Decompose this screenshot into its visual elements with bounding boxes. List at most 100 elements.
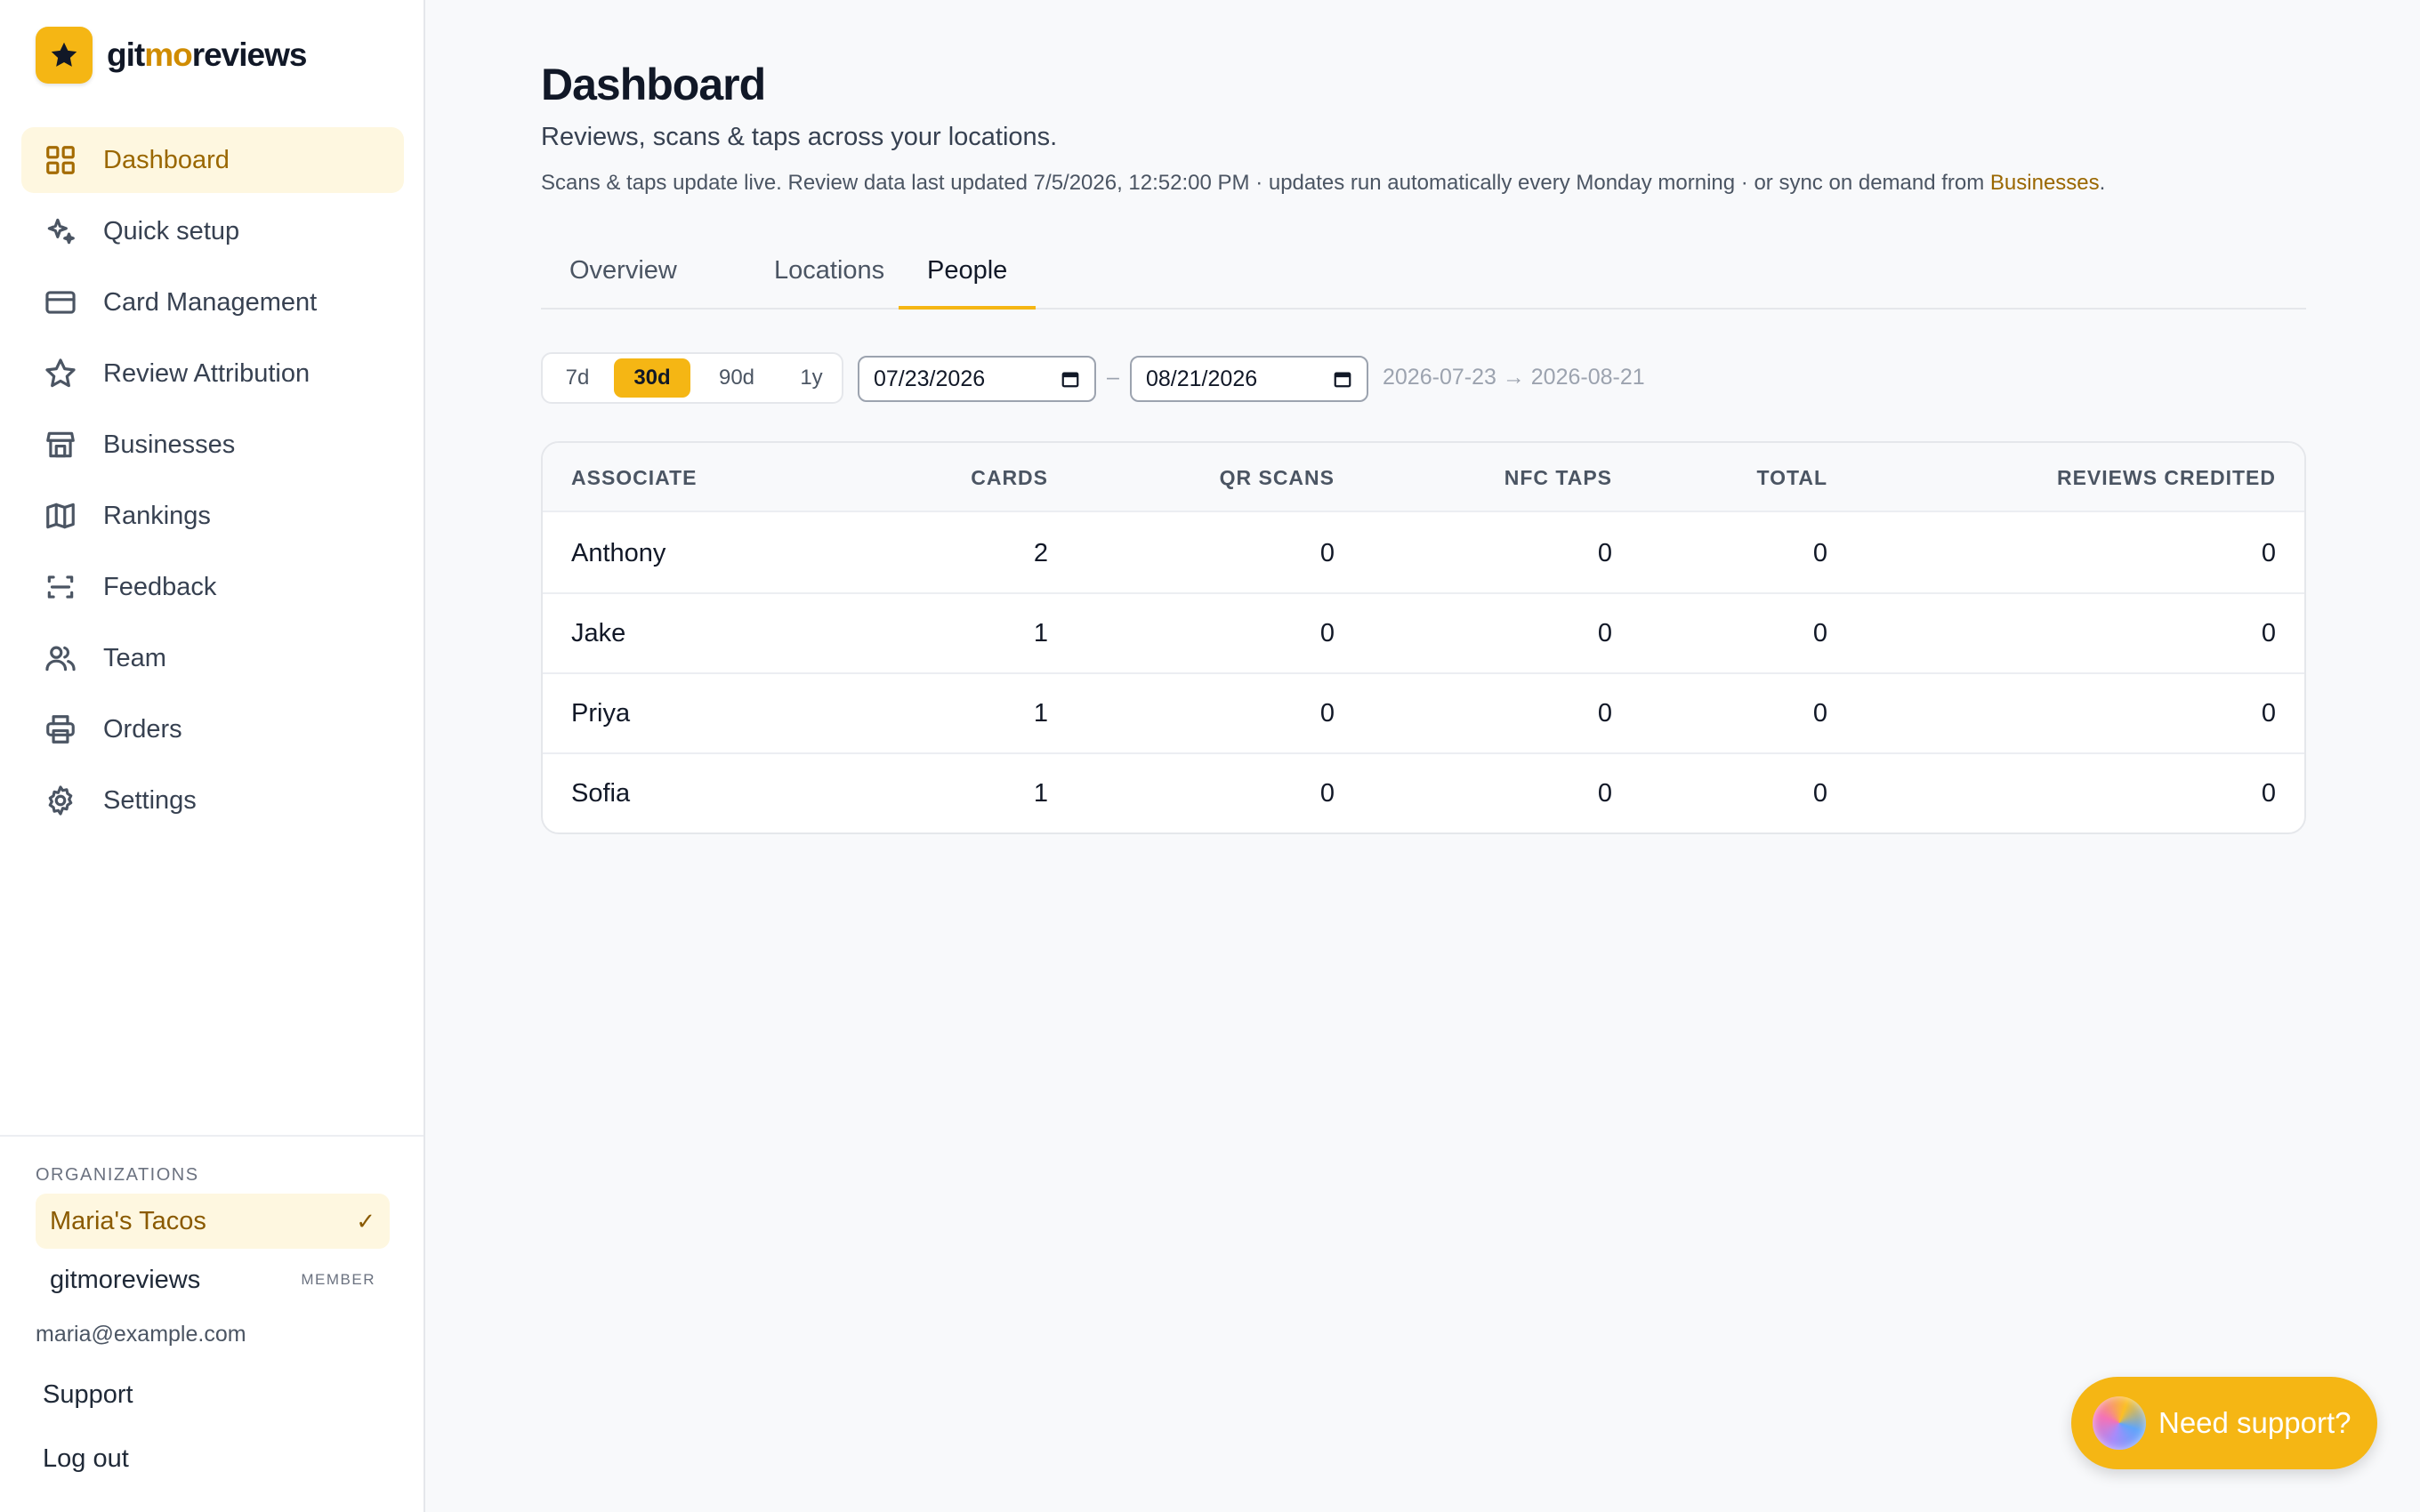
sparkle-icon <box>43 213 78 249</box>
page-subtitle: Reviews, scans & taps across your locati… <box>541 123 1058 151</box>
sidebar-item-label: Team <box>103 643 166 672</box>
sidebar-item-team[interactable]: Team <box>21 625 404 691</box>
org-name: Maria's Tacos <box>50 1206 206 1235</box>
need-support-button[interactable]: Need support? <box>2071 1377 2377 1469</box>
support-button-label: Need support? <box>2158 1406 2351 1439</box>
column-header-associate[interactable]: ASSOCIATE <box>571 466 697 490</box>
user-email: maria@example.com <box>36 1322 246 1347</box>
sidebar-item-businesses[interactable]: Businesses <box>21 412 404 478</box>
cell-reviews-credited: 0 <box>2261 539 2276 567</box>
sidebar-item-quick-setup[interactable]: Quick setup <box>21 198 404 264</box>
column-header-total[interactable]: TOTAL <box>1756 466 1827 490</box>
cell-associate: Sofia <box>571 779 631 808</box>
table-row[interactable]: Jake 1 0 0 0 0 <box>543 594 2304 674</box>
businesses-link[interactable]: Businesses <box>1990 171 2100 195</box>
cell-qr-scans: 0 <box>1319 699 1335 728</box>
table-row[interactable]: Priya 1 0 0 0 0 <box>543 674 2304 754</box>
calendar-icon[interactable] <box>1061 369 1080 389</box>
sidebar-item-settings[interactable]: Settings <box>21 768 404 833</box>
from-date-value: 07/23/2026 <box>874 366 986 391</box>
printer-icon <box>43 712 78 747</box>
calendar-icon[interactable] <box>1333 369 1352 389</box>
sidebar-item-dashboard[interactable]: Dashboard <box>21 127 404 193</box>
sidebar-item-label: Rankings <box>103 501 211 530</box>
range-30d-button[interactable]: 30d <box>614 358 690 398</box>
sidebar-item-orders[interactable]: Orders <box>21 696 404 762</box>
cell-qr-scans: 0 <box>1319 619 1335 647</box>
date-separator: – <box>1107 365 1119 390</box>
sidebar-item-label: Orders <box>103 714 182 744</box>
table-header: ASSOCIATE CARDS QR SCANS NFC TAPS TOTAL … <box>543 443 2304 512</box>
column-header-cards[interactable]: CARDS <box>971 466 1048 490</box>
date-filters: 7d 30d 90d 1y 07/23/2026 – 08/21/2026 20… <box>541 352 2306 404</box>
sidebar-footer: ORGANIZATIONS Maria's Tacos ✓ gitmorevie… <box>0 1135 424 1473</box>
check-icon: ✓ <box>356 1207 375 1235</box>
store-icon <box>43 427 78 462</box>
column-header-reviews-credited[interactable]: REVIEWS CREDITED <box>2057 466 2276 490</box>
cell-total: 0 <box>1812 539 1827 567</box>
column-header-qr-scans[interactable]: QR SCANS <box>1220 466 1335 490</box>
cell-total: 0 <box>1812 779 1827 808</box>
sidebar-item-feedback[interactable]: Feedback <box>21 554 404 620</box>
brand-name: gitmoreviews <box>107 36 307 73</box>
column-header-nfc-taps[interactable]: NFC TAPS <box>1504 466 1612 490</box>
cell-nfc-taps: 0 <box>1597 699 1612 728</box>
range-selector: 7d 30d 90d 1y <box>541 352 843 404</box>
cell-cards: 1 <box>1033 699 1048 728</box>
sidebar-item-label: Card Management <box>103 287 318 317</box>
support-link[interactable]: Support <box>43 1380 133 1410</box>
cell-nfc-taps: 0 <box>1597 619 1612 647</box>
cell-nfc-taps: 0 <box>1597 539 1612 567</box>
sidebar-item-label: Businesses <box>103 430 236 459</box>
page-title: Dashboard <box>541 60 766 109</box>
cell-total: 0 <box>1812 699 1827 728</box>
grid-icon <box>43 142 78 178</box>
support-orb-icon <box>2093 1396 2146 1450</box>
table-row[interactable]: Sofia 1 0 0 0 0 <box>543 754 2304 832</box>
gear-icon <box>43 783 78 818</box>
sidebar-item-label: Dashboard <box>103 145 230 174</box>
range-readout: 2026-07-23 → 2026-08-21 <box>1383 365 1645 390</box>
cell-qr-scans: 0 <box>1319 779 1335 808</box>
sidebar-item-label: Review Attribution <box>103 358 311 388</box>
star-icon <box>43 356 78 391</box>
sidebar-item-card-management[interactable]: Card Management <box>21 269 404 335</box>
range-1y-button[interactable]: 1y <box>788 358 835 398</box>
sidebar-nav: Dashboard Quick setup Card Management Re… <box>21 127 404 839</box>
cell-reviews-credited: 0 <box>2261 619 2276 647</box>
dashboard-tabs: Overview Locations People <box>541 242 2306 310</box>
table-row[interactable]: Anthony 2 0 0 0 0 <box>543 514 2304 594</box>
member-badge: MEMBER <box>301 1271 375 1288</box>
cell-qr-scans: 0 <box>1319 539 1335 567</box>
cell-nfc-taps: 0 <box>1597 779 1612 808</box>
from-date-input[interactable]: 07/23/2026 <box>858 356 1096 402</box>
range-7d-button[interactable]: 7d <box>557 358 598 398</box>
range-90d-button[interactable]: 90d <box>699 358 774 398</box>
sidebar: gitmoreviews Dashboard Quick setup Card … <box>0 0 425 1512</box>
users-icon <box>43 640 78 676</box>
org-item-gitmoreviews[interactable]: gitmoreviews MEMBER <box>36 1252 390 1307</box>
sidebar-item-rankings[interactable]: Rankings <box>21 483 404 549</box>
cell-reviews-credited: 0 <box>2261 699 2276 728</box>
sync-note: Scans & taps update live. Review data la… <box>541 171 2106 195</box>
cell-associate: Anthony <box>571 539 666 567</box>
org-name: gitmoreviews <box>50 1265 201 1294</box>
to-date-input[interactable]: 08/21/2026 <box>1130 356 1368 402</box>
map-icon <box>43 498 78 534</box>
to-date-value: 08/21/2026 <box>1146 366 1258 391</box>
credit-card-icon <box>43 285 78 320</box>
tab-locations[interactable]: Locations <box>746 242 913 310</box>
organizations-heading: ORGANIZATIONS <box>36 1165 199 1185</box>
tab-overview[interactable]: Overview <box>541 242 706 310</box>
cell-total: 0 <box>1812 619 1827 647</box>
logout-link[interactable]: Log out <box>43 1444 129 1474</box>
brand[interactable]: gitmoreviews <box>36 27 307 84</box>
scan-icon <box>43 569 78 605</box>
tab-people[interactable]: People <box>899 242 1037 310</box>
sidebar-item-label: Settings <box>103 785 197 815</box>
cell-associate: Jake <box>571 619 626 647</box>
sidebar-item-label: Quick setup <box>103 216 240 245</box>
people-table: ASSOCIATE CARDS QR SCANS NFC TAPS TOTAL … <box>541 441 2306 834</box>
org-item-marias-tacos[interactable]: Maria's Tacos ✓ <box>36 1194 390 1249</box>
sidebar-item-review-attribution[interactable]: Review Attribution <box>21 341 404 406</box>
